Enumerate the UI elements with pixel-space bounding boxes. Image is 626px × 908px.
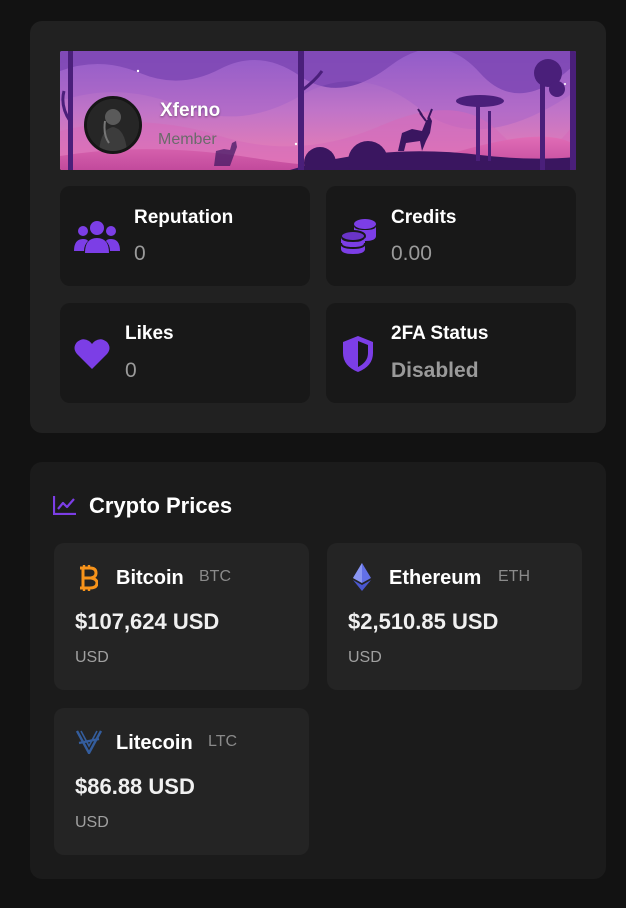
- user-role: Member: [158, 131, 217, 148]
- chart-line-icon: [52, 495, 77, 520]
- stat-credits: Credits 0.00: [326, 186, 576, 286]
- stat-2fa-status: 2FA Status Disabled: [326, 303, 576, 403]
- avatar-image: [87, 99, 139, 151]
- coin-name: Litecoin: [116, 732, 193, 754]
- coin-symbol: LTC: [208, 733, 238, 750]
- stat-value: Disabled: [391, 359, 479, 382]
- stat-label: Credits: [391, 207, 457, 228]
- coin-card-ethereum[interactable]: Ethereum ETH $2,510.85 USD USD: [327, 543, 582, 690]
- stat-label: Reputation: [134, 207, 234, 228]
- coin-name: Bitcoin: [116, 567, 184, 589]
- stat-value: 0: [134, 242, 146, 265]
- avatar[interactable]: [84, 96, 142, 154]
- coin-currency: USD: [75, 814, 109, 831]
- coin-symbol: ETH: [498, 568, 530, 585]
- coin-symbol: BTC: [199, 568, 231, 585]
- coins-icon: [339, 216, 379, 261]
- coin-price: $86.88 USD: [75, 774, 195, 799]
- users-icon: [74, 219, 120, 260]
- coin-name: Ethereum: [389, 567, 482, 589]
- stat-reputation: Reputation 0: [60, 186, 310, 286]
- coin-card-litecoin[interactable]: Litecoin LTC $86.88 USD USD: [54, 708, 309, 855]
- profile-banner: Xferno Member: [60, 51, 576, 170]
- stat-label: Likes: [125, 323, 174, 344]
- crypto-title: Crypto Prices: [89, 493, 233, 518]
- ethereum-icon: [353, 563, 371, 596]
- stat-likes: Likes 0: [60, 303, 310, 403]
- bitcoin-icon: [78, 564, 99, 597]
- stat-value: 0.00: [391, 242, 432, 265]
- coin-currency: USD: [75, 649, 109, 666]
- litecoin-icon: [75, 730, 103, 759]
- profile-card: Xferno Member Reputation 0 Credits 0.00 …: [30, 21, 606, 433]
- coin-currency: USD: [348, 649, 382, 666]
- shield-icon: [342, 335, 374, 378]
- heart-icon: [74, 338, 110, 375]
- stat-value: 0: [125, 359, 137, 382]
- coin-card-bitcoin[interactable]: Bitcoin BTC $107,624 USD USD: [54, 543, 309, 690]
- stat-label: 2FA Status: [391, 323, 489, 344]
- coin-price: $107,624 USD: [75, 609, 220, 634]
- crypto-prices-card: Crypto Prices Bitcoin BTC $107,624 USD U…: [30, 462, 606, 879]
- coin-price: $2,510.85 USD: [348, 609, 499, 634]
- username[interactable]: Xferno: [160, 100, 220, 122]
